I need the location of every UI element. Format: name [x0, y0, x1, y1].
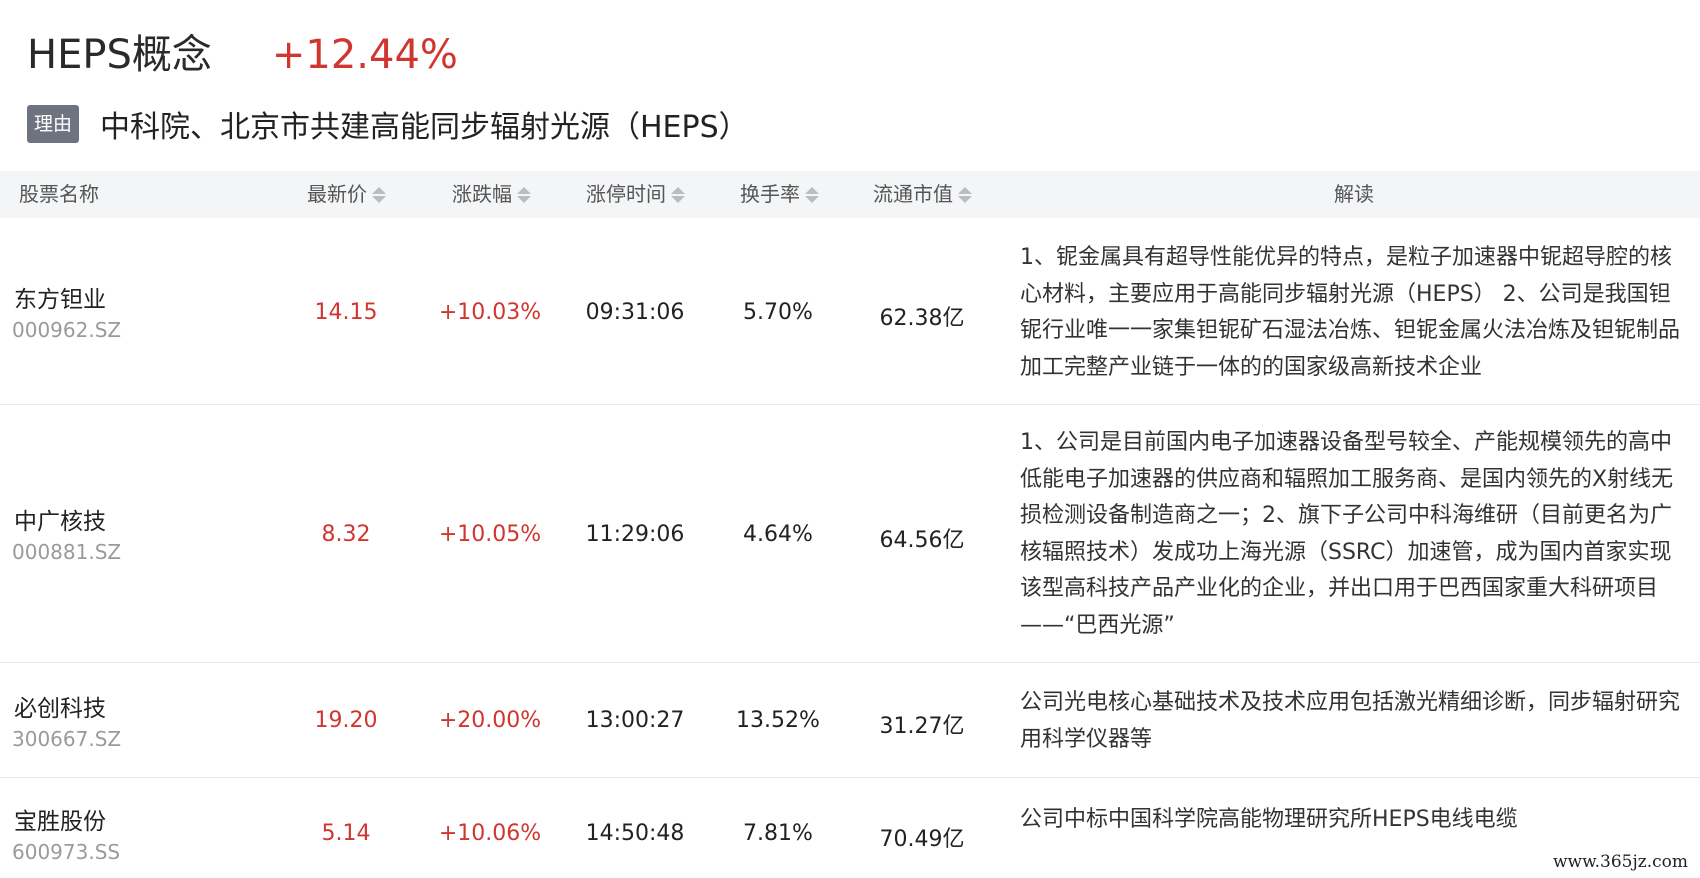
float-market-cap: 62.38亿 [879, 306, 965, 331]
sort-icon[interactable] [372, 186, 386, 203]
turnover-rate: 5.70% [743, 300, 813, 325]
stock-name[interactable]: 东方钽业 [14, 280, 106, 314]
float-market-cap: 70.49亿 [879, 827, 965, 852]
stock-desc: 1、铌金属具有超导性能优异的特点，是粒子加速器中铌超导腔的核心材料，主要应用于高… [1020, 245, 1681, 380]
latest-price: 19.20 [314, 708, 378, 733]
change-pct: +10.06% [438, 821, 542, 846]
turnover-rate: 7.81% [743, 821, 813, 846]
change-pct: +10.05% [438, 522, 542, 547]
sort-icon[interactable] [517, 186, 531, 203]
reason-text: 中科院、北京市共建高能同步辐射光源（HEPS） [100, 110, 749, 145]
limit-up-time: 09:31:06 [585, 300, 685, 325]
col-name-header: 股票名称 [19, 171, 99, 218]
limit-up-time: 13:00:27 [585, 708, 685, 733]
change-pct: +20.00% [438, 708, 542, 733]
turnover-rate: 4.64% [743, 522, 813, 547]
latest-price: 5.14 [321, 821, 371, 846]
col-change-header[interactable]: 涨跌幅 [452, 171, 531, 218]
col-change-label: 涨跌幅 [452, 182, 512, 206]
stock-desc: 公司光电核心基础技术及技术应用包括激光精细诊断，同步辐射研究用科学仪器等 [1020, 690, 1681, 752]
stock-code: 300667.SZ [12, 727, 122, 751]
reason-badge: 理由 [27, 105, 79, 143]
table-row[interactable]: 东方钽业 000962.SZ 14.15 +10.03% 09:31:06 5.… [0, 218, 1700, 405]
stock-name[interactable]: 中广核技 [14, 502, 106, 536]
col-float-cap-header[interactable]: 流通市值 [873, 171, 972, 218]
turnover-rate: 13.52% [736, 708, 820, 733]
stock-name[interactable]: 宝胜股份 [14, 802, 106, 836]
stock-name[interactable]: 必创科技 [14, 689, 106, 723]
col-price-label: 最新价 [307, 182, 367, 206]
stock-code: 000962.SZ [12, 318, 122, 342]
col-limit-time-label: 涨停时间 [586, 182, 666, 206]
stock-code: 000881.SZ [12, 540, 122, 564]
table-row[interactable]: 必创科技 300667.SZ 19.20 +20.00% 13:00:27 13… [0, 663, 1700, 778]
concept-change: +12.44% [271, 32, 458, 78]
float-market-cap: 31.27亿 [879, 714, 965, 739]
table-row[interactable]: 宝胜股份 600973.SS 5.14 +10.06% 14:50:48 7.8… [0, 778, 1700, 878]
limit-up-time: 14:50:48 [585, 821, 685, 846]
sort-icon[interactable] [671, 186, 685, 203]
change-pct: +10.03% [438, 300, 542, 325]
col-price-header[interactable]: 最新价 [307, 171, 386, 218]
latest-price: 8.32 [321, 522, 371, 547]
table-row[interactable]: 中广核技 000881.SZ 8.32 +10.05% 11:29:06 4.6… [0, 405, 1700, 663]
col-limit-time-header[interactable]: 涨停时间 [586, 171, 685, 218]
concept-header: HEPS概念 +12.44% [27, 22, 458, 82]
table-header: 股票名称 最新价 涨跌幅 涨停时间 换手率 流通市值 解读 [0, 171, 1700, 218]
concept-title: HEPS概念 [27, 32, 212, 78]
col-desc-header: 解读 [1334, 171, 1374, 218]
limit-up-time: 11:29:06 [585, 522, 685, 547]
col-desc-label: 解读 [1334, 182, 1374, 206]
sort-icon[interactable] [958, 186, 972, 203]
col-turnover-header[interactable]: 换手率 [740, 171, 819, 218]
reason-row: 理由 中科院、北京市共建高能同步辐射光源（HEPS） [27, 102, 749, 146]
float-market-cap: 64.56亿 [879, 528, 965, 553]
col-name-label: 股票名称 [19, 182, 99, 206]
col-float-cap-label: 流通市值 [873, 182, 953, 206]
sort-icon[interactable] [805, 186, 819, 203]
col-turnover-label: 换手率 [740, 182, 800, 206]
latest-price: 14.15 [314, 300, 378, 325]
watermark: www.365jz.com [1553, 852, 1688, 872]
stock-desc: 1、公司是目前国内电子加速器设备型号较全、产能规模领先的高中低能电子加速器的供应… [1020, 430, 1674, 638]
stock-desc: 公司中标中国科学院高能物理研究所HEPS电线电缆 [1020, 807, 1518, 832]
stock-code: 600973.SS [12, 840, 121, 864]
